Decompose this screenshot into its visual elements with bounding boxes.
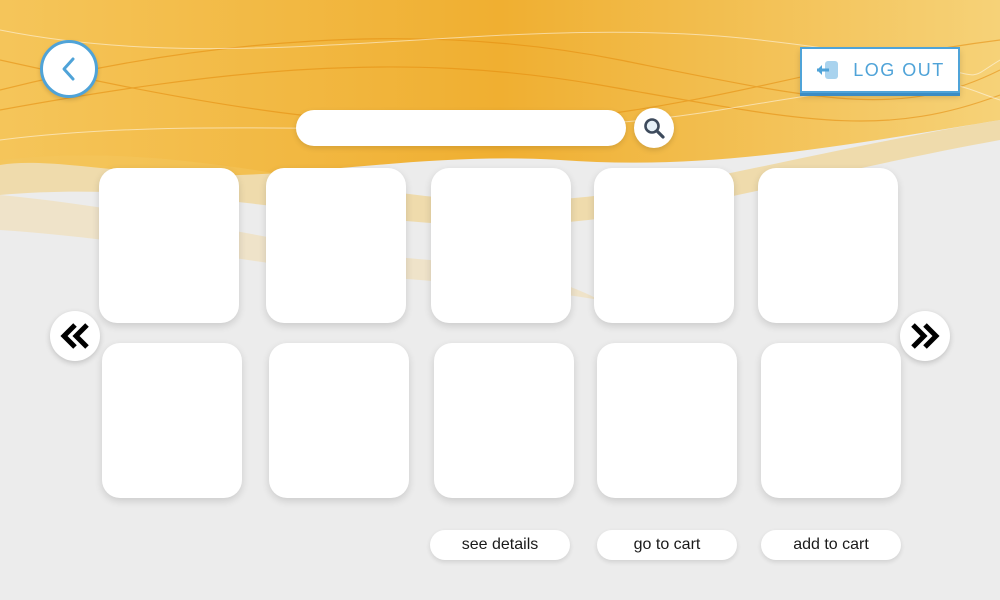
- add-to-cart-button[interactable]: add to cart: [761, 530, 901, 560]
- logout-label: LOG OUT: [853, 59, 945, 80]
- search-input[interactable]: [296, 110, 626, 146]
- chevron-left-icon: [62, 57, 75, 81]
- go-to-cart-button[interactable]: go to cart: [597, 530, 737, 560]
- product-card-7[interactable]: [269, 343, 409, 498]
- next-page-button[interactable]: [900, 311, 950, 361]
- double-chevron-left-icon: [60, 323, 89, 349]
- search-icon: [644, 118, 665, 139]
- double-chevron-right-icon: [911, 323, 940, 349]
- product-card-8[interactable]: [434, 343, 574, 498]
- product-card-2[interactable]: [266, 168, 406, 323]
- previous-page-button[interactable]: [50, 311, 100, 361]
- product-card-10[interactable]: [761, 343, 901, 498]
- logout-button[interactable]: LOG OUT: [800, 47, 960, 93]
- product-card-3[interactable]: [431, 168, 571, 323]
- logout-door-icon: [817, 61, 839, 79]
- product-card-6[interactable]: [102, 343, 242, 498]
- back-button[interactable]: [40, 40, 98, 98]
- product-card-9[interactable]: [597, 343, 737, 498]
- product-card-5[interactable]: [758, 168, 898, 323]
- search-button[interactable]: [634, 108, 674, 148]
- product-card-1[interactable]: [99, 168, 239, 323]
- see-details-button[interactable]: see details: [430, 530, 570, 560]
- product-card-4[interactable]: [594, 168, 734, 323]
